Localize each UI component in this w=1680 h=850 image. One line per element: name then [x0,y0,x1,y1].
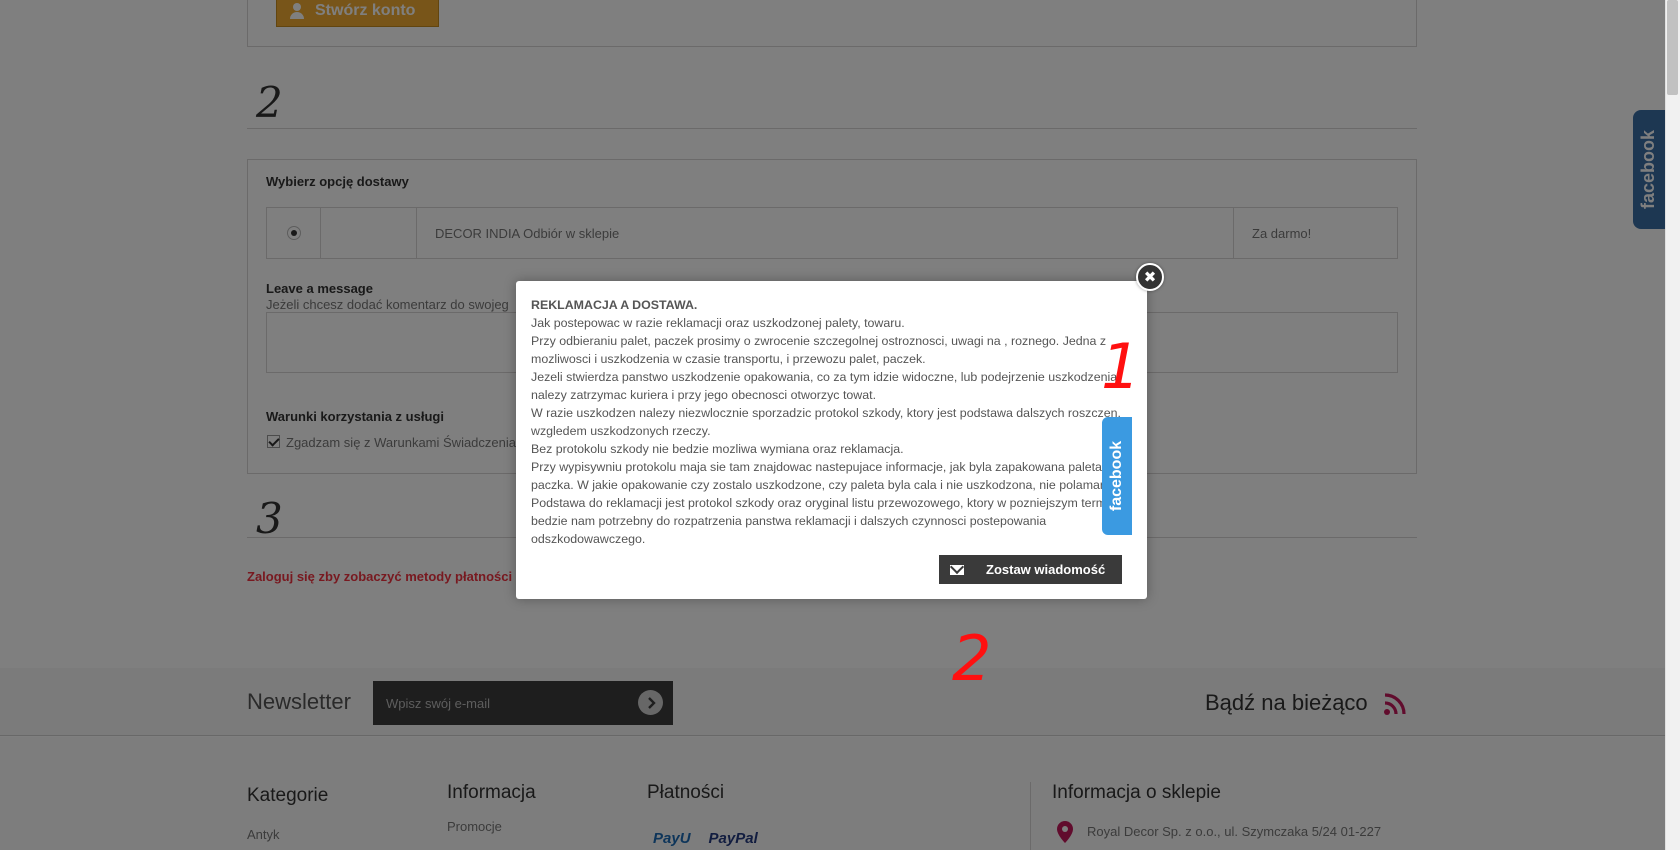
modal-paragraph: Przy odbieraniu palet, paczek prosimy o … [531,334,1107,366]
leave-message-button[interactable]: Zostaw wiadomość [939,555,1122,584]
modal-paragraph: Bez protokolu szkody nie bedzie mozliwa … [531,442,904,456]
modal-paragraph: W razie uszkodzen nalezy niezwlocznie sp… [531,406,1121,438]
modal-content: REKLAMACJA A DOSTAWA. Jak postepowac w r… [531,296,1136,548]
annotation-2: 2 [952,622,992,695]
checkout-page: Stwórz konto 2 Wybierz opcję dostawy DEC… [0,0,1680,850]
leave-message-label: Zostaw wiadomość [986,562,1106,577]
modal-paragraph: Jak postepowac w razie reklamacji oraz u… [531,316,905,330]
scrollbar-track[interactable] [1665,0,1680,850]
modal-heading: REKLAMACJA A DOSTAWA. [531,298,698,312]
close-icon: ✖ [1143,269,1157,286]
modal-paragraph: Jezeli stwierdza panstwo uszkodzenie opa… [531,370,1118,402]
envelope-icon [939,555,974,584]
scrollbar-thumb[interactable] [1667,0,1678,95]
modal-facebook-tab-label: facebook [1108,440,1125,512]
modal-close-button[interactable]: ✖ [1136,263,1164,291]
modal-paragraph: Przy wypisywniu protokolu maja sie tam z… [531,460,1118,492]
annotation-1: 1 [1101,330,1141,403]
complaints-modal: REKLAMACJA A DOSTAWA. Jak postepowac w r… [516,281,1147,599]
modal-paragraph: Podstawa do reklamacji jest protokol szk… [531,496,1126,546]
modal-facebook-tab[interactable]: facebook [1102,417,1132,535]
